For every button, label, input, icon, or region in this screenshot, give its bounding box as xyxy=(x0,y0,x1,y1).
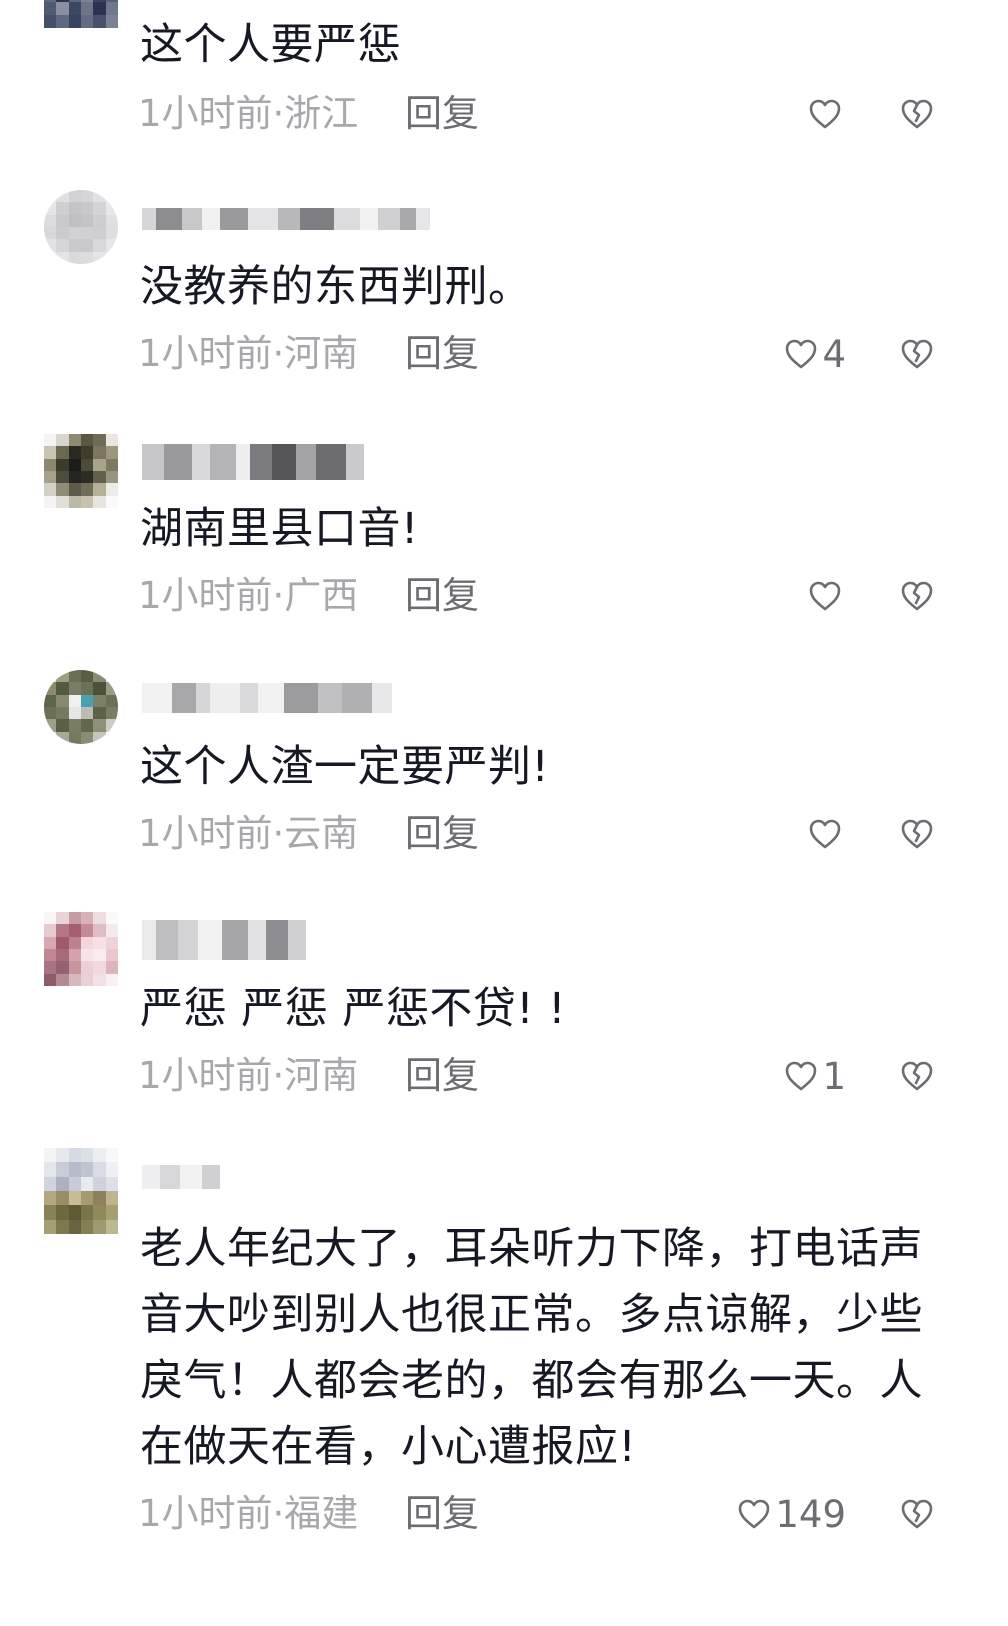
avatar[interactable] xyxy=(44,0,118,28)
broken-heart-icon xyxy=(901,99,933,129)
heart-outline-icon xyxy=(786,339,817,369)
avatar[interactable] xyxy=(44,190,118,264)
heart-outline-icon xyxy=(809,819,841,849)
reply-button[interactable]: 回复 xyxy=(405,810,479,858)
comment-meta: 1小时前·福建 xyxy=(138,1492,359,1535)
reply-button[interactable]: 回复 xyxy=(405,572,479,620)
username-blurred[interactable] xyxy=(142,918,306,962)
like-button[interactable]: 1 xyxy=(784,1052,846,1100)
comment-text: 这个人渣一定要严判! xyxy=(140,742,550,792)
comment-meta: 1小时前·河南 xyxy=(138,332,359,375)
broken-heart-icon xyxy=(901,1499,933,1529)
comment-text: 老人年纪大了，耳朵听力下降，打电话声音大吵到别人也很正常。多点谅解，少些戾气！人… xyxy=(140,1224,923,1472)
reply-button[interactable]: 回复 xyxy=(405,1052,479,1100)
username-blurred[interactable] xyxy=(142,680,392,716)
like-button[interactable]: 4 xyxy=(784,330,846,378)
dislike-button[interactable] xyxy=(900,810,936,858)
username-blurred[interactable] xyxy=(142,204,430,234)
avatar[interactable] xyxy=(44,670,118,744)
broken-heart-icon xyxy=(901,581,933,611)
avatar[interactable] xyxy=(44,434,118,508)
comment-meta: 1小时前·河南 xyxy=(138,1054,359,1097)
broken-heart-icon xyxy=(901,339,933,369)
heart-outline-icon xyxy=(809,581,841,611)
heart-outline-icon xyxy=(786,1061,817,1091)
comment-meta: 1小时前·浙江 xyxy=(138,92,359,135)
avatar[interactable] xyxy=(44,1148,118,1234)
username-blurred[interactable] xyxy=(142,442,364,482)
like-button[interactable] xyxy=(808,572,846,620)
reply-button[interactable]: 回复 xyxy=(405,330,479,378)
avatar[interactable] xyxy=(44,912,118,986)
comment-text: 没教养的东西判刑。 xyxy=(140,262,532,312)
like-button[interactable] xyxy=(808,810,846,858)
comment-meta: 1小时前·广西 xyxy=(138,574,359,617)
comment-meta: 1小时前·云南 xyxy=(138,812,359,855)
reply-button[interactable]: 回复 xyxy=(405,90,479,138)
like-button[interactable] xyxy=(808,90,846,138)
reply-button[interactable]: 回复 xyxy=(405,1490,479,1538)
like-count: 4 xyxy=(822,332,846,376)
dislike-button[interactable] xyxy=(900,330,936,378)
like-count: 1 xyxy=(822,1054,846,1098)
heart-outline-icon xyxy=(739,1499,770,1529)
like-button[interactable]: 149 xyxy=(737,1490,846,1538)
broken-heart-icon xyxy=(901,1061,933,1091)
heart-outline-icon xyxy=(809,99,841,129)
comment-text: 湖南里县口音! xyxy=(140,504,419,554)
username-blurred[interactable] xyxy=(142,1162,220,1192)
like-count: 149 xyxy=(775,1492,846,1536)
comment-text: 这个人要严惩 xyxy=(140,20,401,70)
dislike-button[interactable] xyxy=(900,1052,936,1100)
dislike-button[interactable] xyxy=(900,572,936,620)
comment-text: 严惩 严惩 严惩不贷! ! xyxy=(140,984,566,1034)
broken-heart-icon xyxy=(901,819,933,849)
dislike-button[interactable] xyxy=(900,1490,936,1538)
dislike-button[interactable] xyxy=(900,90,936,138)
